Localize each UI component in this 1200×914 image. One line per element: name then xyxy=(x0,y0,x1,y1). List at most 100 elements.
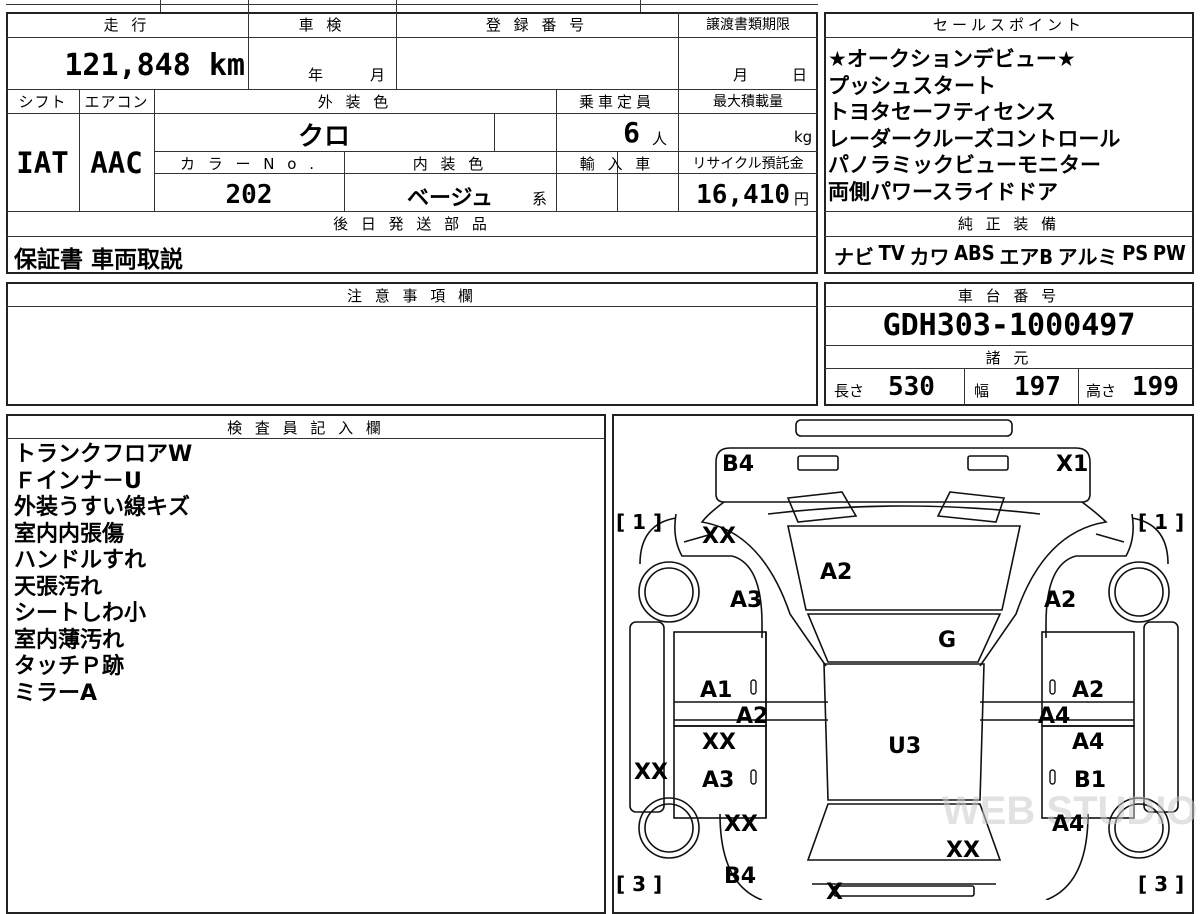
spec-height-value: 199 xyxy=(1132,372,1179,402)
inspector-item: シートしわ小 xyxy=(14,601,147,626)
transfer-label: 譲渡書類期限 xyxy=(706,17,790,33)
row-divider xyxy=(6,37,818,38)
sales-points-label: セールスポイント xyxy=(932,16,1085,34)
row-divider xyxy=(824,368,1194,369)
registration-label: 登 録 番 号 xyxy=(485,16,589,34)
mark-a2-left: A2 xyxy=(736,704,769,729)
mark-a1: A1 xyxy=(700,678,733,703)
mark-xx-left: XX xyxy=(702,730,736,755)
transfer-month: 月 xyxy=(733,66,749,84)
equipment-item: PS xyxy=(1122,241,1149,265)
mark-u3: U3 xyxy=(888,734,922,759)
top-strip-divider xyxy=(396,0,397,12)
load-unit: kg xyxy=(794,128,813,146)
color-no-value: 202 xyxy=(225,180,273,210)
equipment-item: TV xyxy=(878,241,905,265)
inspector-item: ハンドルすれ xyxy=(14,548,147,573)
sales-point-item: 両側パワースライドドア xyxy=(828,179,1058,204)
transfer-day: 日 xyxy=(792,66,808,84)
row-divider xyxy=(154,151,818,152)
capacity-label: 乗車定員 xyxy=(578,93,655,111)
capacity-value: 6 xyxy=(623,116,640,149)
mark-a4-right: A4 xyxy=(1038,704,1071,729)
recycle-unit: 円 xyxy=(794,190,810,208)
chassis-value: GDH303-1000497 xyxy=(882,308,1136,343)
inspector-item: トランクフロアW xyxy=(14,442,193,467)
sales-point-item: プッシュスタート xyxy=(828,73,996,98)
specs-label: 諸 元 xyxy=(985,349,1033,367)
car-diagram: WEB STUDIO xyxy=(629,419,1198,900)
mark-xx-fl: XX xyxy=(702,524,736,549)
inspector-item: 天張汚れ xyxy=(14,574,103,600)
equipment-item: エアB xyxy=(999,245,1054,269)
inspection-year: 年 xyxy=(308,66,324,84)
row-divider xyxy=(6,113,818,114)
mark-a2-hood: A2 xyxy=(820,560,853,585)
load-label: 最大積載量 xyxy=(713,94,783,110)
notes-label: 注 意 事 項 欄 xyxy=(346,287,478,305)
shift-value: IAT xyxy=(16,146,69,180)
spec-width-value: 197 xyxy=(1014,372,1061,402)
mark-x1: X1 xyxy=(1056,452,1089,477)
spec-length-value: 530 xyxy=(888,372,935,402)
ac-value: AAC xyxy=(90,146,143,180)
equipment-item: ナビ xyxy=(834,245,874,269)
mark-a2-right: A2 xyxy=(1072,678,1105,703)
top-strip-line xyxy=(6,4,818,5)
mark-xx-rear: XX xyxy=(946,838,980,863)
exterior-label: 外 装 色 xyxy=(317,93,393,111)
mark-a2-fr: A2 xyxy=(1044,588,1077,613)
sales-point-item: トヨタセーフティセンス xyxy=(828,100,1057,124)
interior-label: 内 装 色 xyxy=(412,155,488,173)
inspector-item: 外装うすい線キズ xyxy=(14,495,191,520)
mileage-unit: km xyxy=(208,48,245,83)
mark-a3-fl: A3 xyxy=(730,588,763,613)
col-divider xyxy=(494,113,495,151)
ac-label: エアコン xyxy=(84,93,149,111)
mileage-number: 121,848 xyxy=(64,48,191,83)
mileage-value: 121,848 km xyxy=(40,48,245,83)
inspector-item: Ｆインナ－U xyxy=(14,468,142,494)
sales-points-list: ★オークションデビュー★ プッシュスタート トヨタセーフティセンス レーダークル… xyxy=(828,46,1120,205)
capacity-unit: 人 xyxy=(652,130,668,148)
recycle-value: 16,410 xyxy=(696,180,790,210)
interior-value: ベージュ xyxy=(406,186,494,211)
sales-point-item: レーダークルーズコントロール xyxy=(828,126,1121,151)
mark-a4-right-2: A4 xyxy=(1072,730,1105,755)
mark-xx-rl: XX xyxy=(724,812,758,837)
row-divider xyxy=(824,37,1194,38)
wheel-bracket-rl: [ 3 ] xyxy=(616,872,663,896)
mark-a3-left: A3 xyxy=(702,768,735,793)
interior-unit: 系 xyxy=(532,190,548,208)
row-divider xyxy=(824,306,1194,307)
inspector-list: トランクフロアW Ｆインナ－U 外装うすい線キズ 室内内張傷 ハンドルすれ 天張… xyxy=(14,442,192,707)
inspector-item: ミラーA xyxy=(14,680,98,706)
equipment-item: PW xyxy=(1152,241,1186,265)
exterior-value: クロ xyxy=(297,122,350,152)
shift-label: シフト xyxy=(18,93,67,111)
spec-width-label: 幅 xyxy=(974,382,990,400)
wheel-bracket-fr: [ 1 ] xyxy=(1138,510,1185,534)
wheel-bracket-fl: [ 1 ] xyxy=(616,510,663,534)
recycle-label: リサイクル預託金 xyxy=(692,156,804,172)
sales-point-item: ★オークションデビュー★ xyxy=(828,47,1076,71)
inspector-label: 検 査 員 記 入 欄 xyxy=(227,419,385,437)
row-divider xyxy=(6,438,606,439)
top-strip-divider xyxy=(248,0,249,12)
row-divider xyxy=(6,236,818,237)
mark-g: G xyxy=(938,628,957,653)
mark-b4-bottom: B4 xyxy=(724,864,757,889)
mark-xx-side: XX xyxy=(634,760,668,785)
row-divider xyxy=(6,211,818,212)
inspection-month: 月 xyxy=(370,66,386,84)
equipment-row: ナビ TV カワ ABS エアB アルミ PS PW xyxy=(834,241,1186,270)
row-divider xyxy=(824,211,1194,212)
import-label: 輸 入 車 xyxy=(579,155,655,173)
equipment-label: 純 正 装 備 xyxy=(957,215,1061,233)
mark-b1: B1 xyxy=(1074,768,1107,793)
mark-a4-rr: A4 xyxy=(1052,812,1085,837)
wheel-bracket-rr: [ 3 ] xyxy=(1138,872,1185,896)
later-parts-label: 後 日 発 送 部 品 xyxy=(333,215,491,233)
color-no-label: カ ラ ー N o . xyxy=(179,155,318,173)
sales-point-item: パノラミックビューモニター xyxy=(828,153,1101,177)
